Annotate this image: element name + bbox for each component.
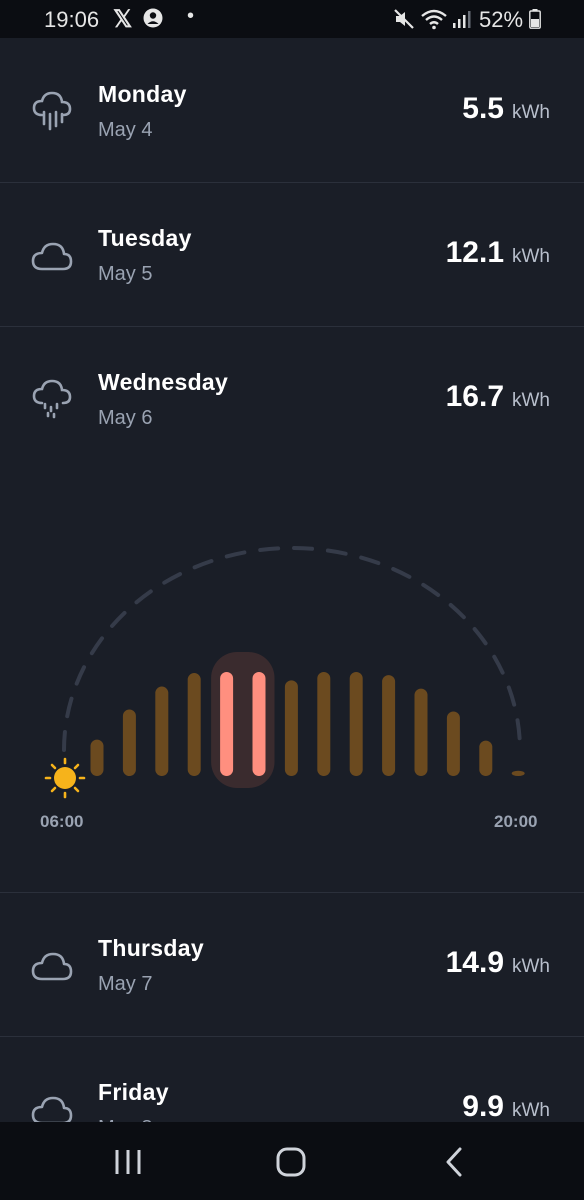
production-bar[interactable] [382, 675, 396, 776]
production-bars [90, 652, 525, 788]
home-icon[interactable] [271, 1144, 311, 1180]
production-bar[interactable] [122, 709, 136, 776]
chart-end-time: 20:00 [494, 812, 538, 831]
day-name: Tuesday [98, 225, 192, 251]
day-row-monday[interactable]: Monday May 4 5.5 kWh [0, 39, 584, 183]
battery-icon [529, 9, 541, 29]
energy-unit: kWh [512, 1100, 550, 1121]
cloud-icon [31, 242, 73, 271]
notification-dot-icon: • [187, 5, 195, 27]
navigation-bar [0, 1122, 584, 1200]
energy-total: 12.1 kWh [446, 236, 550, 270]
day-name: Friday [98, 1079, 169, 1105]
energy-value: 14.9 [445, 946, 504, 979]
production-bar[interactable] [155, 686, 169, 776]
production-bar[interactable] [90, 739, 104, 776]
day-row-thursday[interactable]: Thursday May 7 14.9 kWh [0, 893, 584, 1037]
energy-total: 16.7 kWh [446, 380, 550, 414]
back-icon[interactable] [434, 1144, 474, 1180]
production-bar[interactable] [284, 680, 298, 776]
energy-value: 16.7 [445, 380, 504, 413]
energy-total: 5.5 kWh [462, 92, 550, 126]
day-name: Wednesday [98, 369, 229, 395]
production-bar[interactable] [479, 740, 493, 776]
day-name: Monday [98, 81, 187, 107]
energy-unit: kWh [512, 102, 550, 123]
account-icon [143, 8, 163, 28]
energy-value: 12.1 [445, 236, 504, 269]
production-bar-selected[interactable] [252, 672, 266, 776]
day-date: May 5 [98, 263, 153, 285]
energy-value: 9.9 [462, 1090, 504, 1123]
production-bar[interactable] [511, 770, 525, 776]
cloud-icon [31, 952, 73, 981]
production-bar[interactable] [317, 672, 331, 776]
day-date: May 7 [98, 973, 153, 995]
production-bar-selected[interactable] [220, 672, 234, 776]
production-bar[interactable] [446, 711, 460, 776]
day-date: May 4 [98, 119, 153, 141]
production-bar[interactable] [349, 672, 363, 776]
production-bar[interactable] [414, 688, 428, 776]
status-time: 19:06 [44, 7, 100, 32]
x-icon: 𝕏 [113, 6, 133, 33]
energy-value: 5.5 [462, 92, 504, 125]
day-date: May 6 [98, 407, 153, 429]
production-bar[interactable] [187, 673, 201, 776]
energy-total: 9.9 kWh [462, 1090, 550, 1124]
signal-icon [453, 11, 471, 28]
rain-light-icon [32, 379, 72, 419]
energy-total: 14.9 kWh [446, 946, 550, 980]
status-bar: 19:06 𝕏 • 52% [0, 0, 584, 38]
wifi-icon [421, 9, 447, 30]
day-row-tuesday[interactable]: Tuesday May 5 12.1 kWh [0, 183, 584, 327]
screen: 19:06 𝕏 • 52% Monday May 4 5.5 kWh Tuesd… [0, 0, 584, 1200]
chart-start-time: 06:00 [40, 812, 84, 831]
energy-unit: kWh [512, 246, 550, 267]
energy-unit: kWh [512, 390, 550, 411]
rain-heavy-icon [32, 91, 72, 131]
recent-apps-icon[interactable] [108, 1144, 148, 1180]
production-chart: 06:00 20:00 [0, 470, 584, 890]
mute-icon [394, 9, 414, 29]
sun-icon [44, 757, 86, 799]
battery-percent: 52% [479, 7, 524, 32]
day-name: Thursday [98, 935, 204, 961]
production-chart-svg [44, 546, 525, 799]
energy-unit: kWh [512, 956, 550, 977]
